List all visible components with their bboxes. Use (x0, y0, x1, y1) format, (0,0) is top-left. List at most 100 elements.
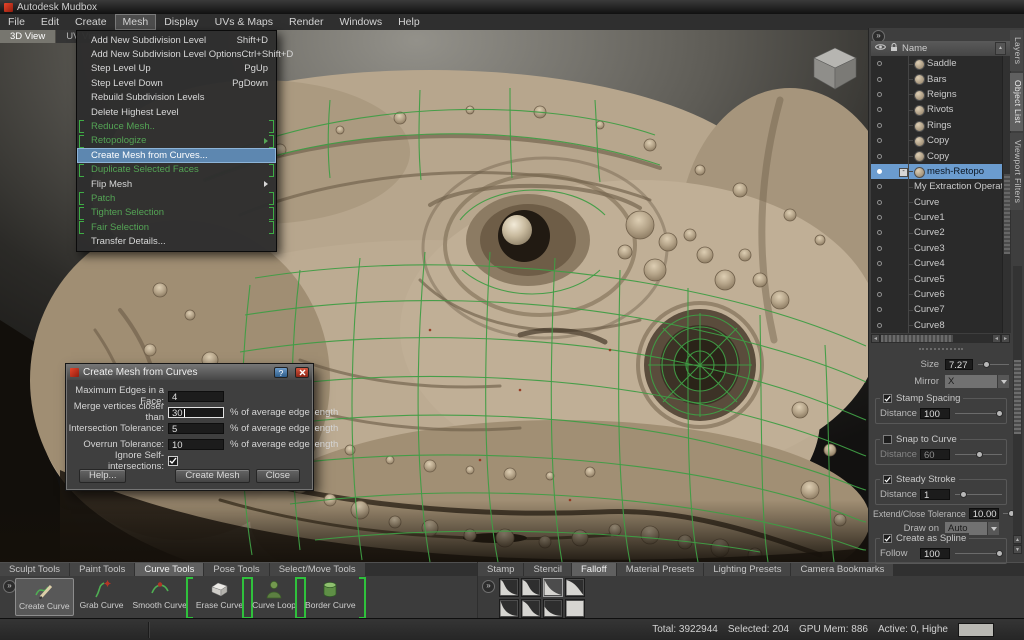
falloff-mid-icon[interactable] (521, 599, 541, 618)
dialog-input-overrun-tolerance[interactable]: 10 (168, 439, 224, 450)
object-list-item-copy[interactable]: Copy (871, 133, 1010, 148)
menubar-item-create[interactable]: Create (67, 14, 115, 30)
menu-item-retopologize[interactable]: Retopologize (77, 134, 276, 148)
panel-splitter[interactable] (871, 346, 1010, 351)
menu-item-step-level-up[interactable]: Step Level UpPgUp (77, 62, 276, 76)
tray-tab-camera-bookmarks[interactable]: Camera Bookmarks (791, 563, 893, 576)
menu-item-create-mesh-from-curves[interactable]: Create Mesh from Curves... (77, 148, 276, 162)
falloff-round-icon[interactable] (543, 578, 563, 597)
menubar-item-file[interactable]: File (0, 14, 33, 30)
view-tab-3d-view[interactable]: 3D View (0, 30, 55, 43)
menu-item-rebuild-subdivision-levels[interactable]: Rebuild Subdivision Levels (77, 91, 276, 105)
tray-tab-sculpt-tools[interactable]: Sculpt Tools (0, 563, 69, 576)
menubar-item-render[interactable]: Render (281, 14, 331, 30)
menubar-item-mesh[interactable]: Mesh (115, 14, 157, 30)
tray-tab-paint-tools[interactable]: Paint Tools (70, 563, 134, 576)
falloff-concave-icon[interactable] (521, 578, 541, 597)
visibility-dot-icon[interactable] (877, 61, 882, 66)
steady-stroke-checkbox[interactable] (883, 475, 892, 484)
panel-tab-layers[interactable]: Layers (1010, 30, 1023, 71)
tray-tab-curve-tools[interactable]: Curve Tools (135, 563, 203, 576)
menu-item-fair-selection[interactable]: Fair Selection (77, 220, 276, 234)
visibility-dot-icon[interactable] (877, 246, 882, 251)
dropdown-arrow-icon[interactable] (997, 375, 1009, 388)
tool-curve-loop[interactable]: Curve Loop (249, 578, 299, 616)
visibility-dot-icon[interactable] (877, 200, 882, 205)
dialog-input-merge-vertices-closer-than[interactable]: 30 (168, 407, 224, 418)
visibility-dot-icon[interactable] (877, 323, 882, 328)
lock-icon[interactable] (890, 43, 898, 55)
object-list-item-curve3[interactable]: Curve3 (871, 241, 1010, 256)
list-scroll-up-icon[interactable]: ▲ (995, 42, 1006, 55)
visibility-dot-icon[interactable] (877, 138, 882, 143)
visibility-dot-icon[interactable] (877, 277, 882, 282)
visibility-dot-icon[interactable] (877, 107, 882, 112)
scroll-up-icon[interactable]: ▲ (1013, 535, 1022, 544)
object-list-item-my-extraction-operation[interactable]: My Extraction Operation (871, 179, 1010, 194)
object-list-item-curve8[interactable]: Curve8 (871, 318, 1010, 333)
scroll-left-icon[interactable]: ◂ (992, 334, 1001, 343)
follow-input[interactable]: 100 (920, 548, 950, 559)
tool-smooth-curve[interactable]: Smooth Curve (130, 578, 190, 616)
name-column-header[interactable]: Name (902, 43, 927, 54)
collapse-toggle[interactable]: - (899, 168, 908, 177)
scroll-down-icon[interactable]: ▼ (1013, 545, 1022, 554)
visibility-dot-icon[interactable] (877, 261, 882, 266)
object-list-item-curve4[interactable]: Curve4 (871, 256, 1010, 271)
hscroll-thumb[interactable] (881, 335, 953, 342)
menu-item-flip-mesh[interactable]: Flip Mesh (77, 177, 276, 191)
dialog-title-bar[interactable]: Create Mesh from Curves ? (67, 365, 312, 380)
size-slider[interactable] (978, 360, 1009, 369)
scroll-left-icon[interactable]: ◂ (871, 334, 880, 343)
dialog-input-maximum-edges-in-a-face[interactable]: 4 (168, 391, 224, 402)
visibility-dot-icon[interactable] (877, 184, 882, 189)
tray-tab-lighting-presets[interactable]: Lighting Presets (704, 563, 790, 576)
menu-item-duplicate-selected-faces[interactable]: Duplicate Selected Faces (77, 163, 276, 177)
menu-item-step-level-down[interactable]: Step Level DownPgDown (77, 76, 276, 90)
steady-distance-input[interactable]: 1 (920, 489, 950, 500)
falloff-steep-icon[interactable] (499, 599, 519, 618)
create-mesh-button[interactable]: Create Mesh (175, 469, 249, 483)
visibility-dot-icon[interactable] (877, 307, 882, 312)
object-list-item-rings[interactable]: Rings (871, 118, 1010, 133)
falloff-sharp-icon[interactable] (499, 578, 519, 597)
object-list-item-curve7[interactable]: Curve7 (871, 302, 1010, 317)
stamp-distance-slider[interactable] (955, 409, 1002, 418)
visibility-eye-icon[interactable] (875, 43, 886, 54)
snap-distance-input[interactable]: 60 (920, 449, 950, 460)
tray-tab-falloff[interactable]: Falloff (572, 563, 616, 576)
menu-item-tighten-selection[interactable]: Tighten Selection (77, 206, 276, 220)
menu-item-add-new-subdivision-level-options[interactable]: Add New Subdivision Level OptionsCtrl+Sh… (77, 47, 276, 61)
menubar-item-windows[interactable]: Windows (331, 14, 390, 30)
visibility-dot-icon[interactable] (877, 169, 882, 174)
visibility-dot-icon[interactable] (877, 92, 882, 97)
tool-create-curve[interactable]: Create Curve (15, 578, 74, 616)
object-list-item-copy[interactable]: Copy (871, 148, 1010, 163)
object-list-item-saddle[interactable]: Saddle (871, 56, 1010, 71)
dropdown-arrow-icon[interactable] (987, 522, 999, 535)
falloff-smooth-icon[interactable] (565, 578, 585, 597)
visibility-dot-icon[interactable] (877, 77, 882, 82)
object-list-item-mesh-retopo[interactable]: -mesh-Retopo (871, 164, 1010, 179)
visibility-dot-icon[interactable] (877, 215, 882, 220)
object-list-item-curve[interactable]: Curve (871, 195, 1010, 210)
tool-grab-curve[interactable]: Grab Curve (77, 578, 127, 616)
mirror-dropdown[interactable]: X (945, 375, 1009, 388)
menu-item-add-new-subdivision-level[interactable]: Add New Subdivision LevelShift+D (77, 33, 276, 47)
create-as-spline-checkbox[interactable] (883, 534, 892, 543)
dialog-input-intersection-tolerance[interactable]: 5 (168, 423, 224, 434)
falloff-constant-icon[interactable] (565, 599, 585, 618)
object-list-item-curve2[interactable]: Curve2 (871, 225, 1010, 240)
menubar-item-edit[interactable]: Edit (33, 14, 67, 30)
object-list-item-curve1[interactable]: Curve1 (871, 210, 1010, 225)
menu-item-transfer-details[interactable]: Transfer Details... (77, 234, 276, 248)
object-list-hscrollbar[interactable]: ◂ ◂ ▸ (871, 334, 1010, 343)
follow-slider[interactable] (955, 549, 1002, 558)
extend-close-input[interactable]: 10.00 (969, 508, 999, 519)
menubar-item-uvs-maps[interactable]: UVs & Maps (207, 14, 281, 30)
menu-item-patch[interactable]: Patch (77, 191, 276, 205)
menubar-item-help[interactable]: Help (390, 14, 428, 30)
object-list-item-rivots[interactable]: Rivots (871, 102, 1010, 117)
snap-distance-slider[interactable] (955, 450, 1002, 459)
object-list-item-reigns[interactable]: Reigns (871, 87, 1010, 102)
